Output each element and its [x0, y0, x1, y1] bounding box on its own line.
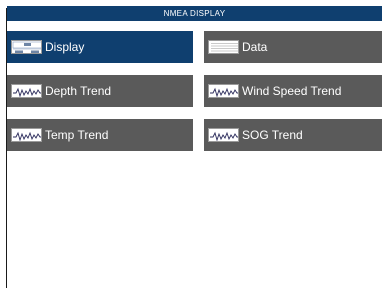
trend-graph-icon [208, 84, 239, 98]
menu-item-sog-trend[interactable]: SOG Trend [204, 119, 382, 151]
menu-item-label: Depth Trend [45, 84, 112, 98]
menu-item-label: Data [242, 40, 268, 54]
display-panel-icon [11, 40, 42, 54]
menu-item-data[interactable]: Data [204, 31, 382, 63]
trend-graph-icon [11, 128, 42, 142]
trend-graph-icon [11, 84, 42, 98]
title-bar: NMEA DISPLAY [7, 6, 382, 21]
menu-item-label: Temp Trend [45, 128, 109, 142]
menu-item-label: Wind Speed Trend [242, 84, 342, 98]
menu-item-label: Display [45, 40, 85, 54]
menu-item-wind-speed-trend[interactable]: Wind Speed Trend [204, 75, 382, 107]
menu-item-display[interactable]: Display [7, 31, 193, 63]
menu-item-label: SOG Trend [242, 128, 303, 142]
menu-item-depth-trend[interactable]: Depth Trend [7, 75, 193, 107]
data-table-icon [208, 40, 239, 54]
nmea-display-screen: NMEA DISPLAY Display Data Depth Trend Wi… [0, 0, 382, 290]
trend-graph-icon [208, 128, 239, 142]
menu-item-temp-trend[interactable]: Temp Trend [7, 119, 193, 151]
